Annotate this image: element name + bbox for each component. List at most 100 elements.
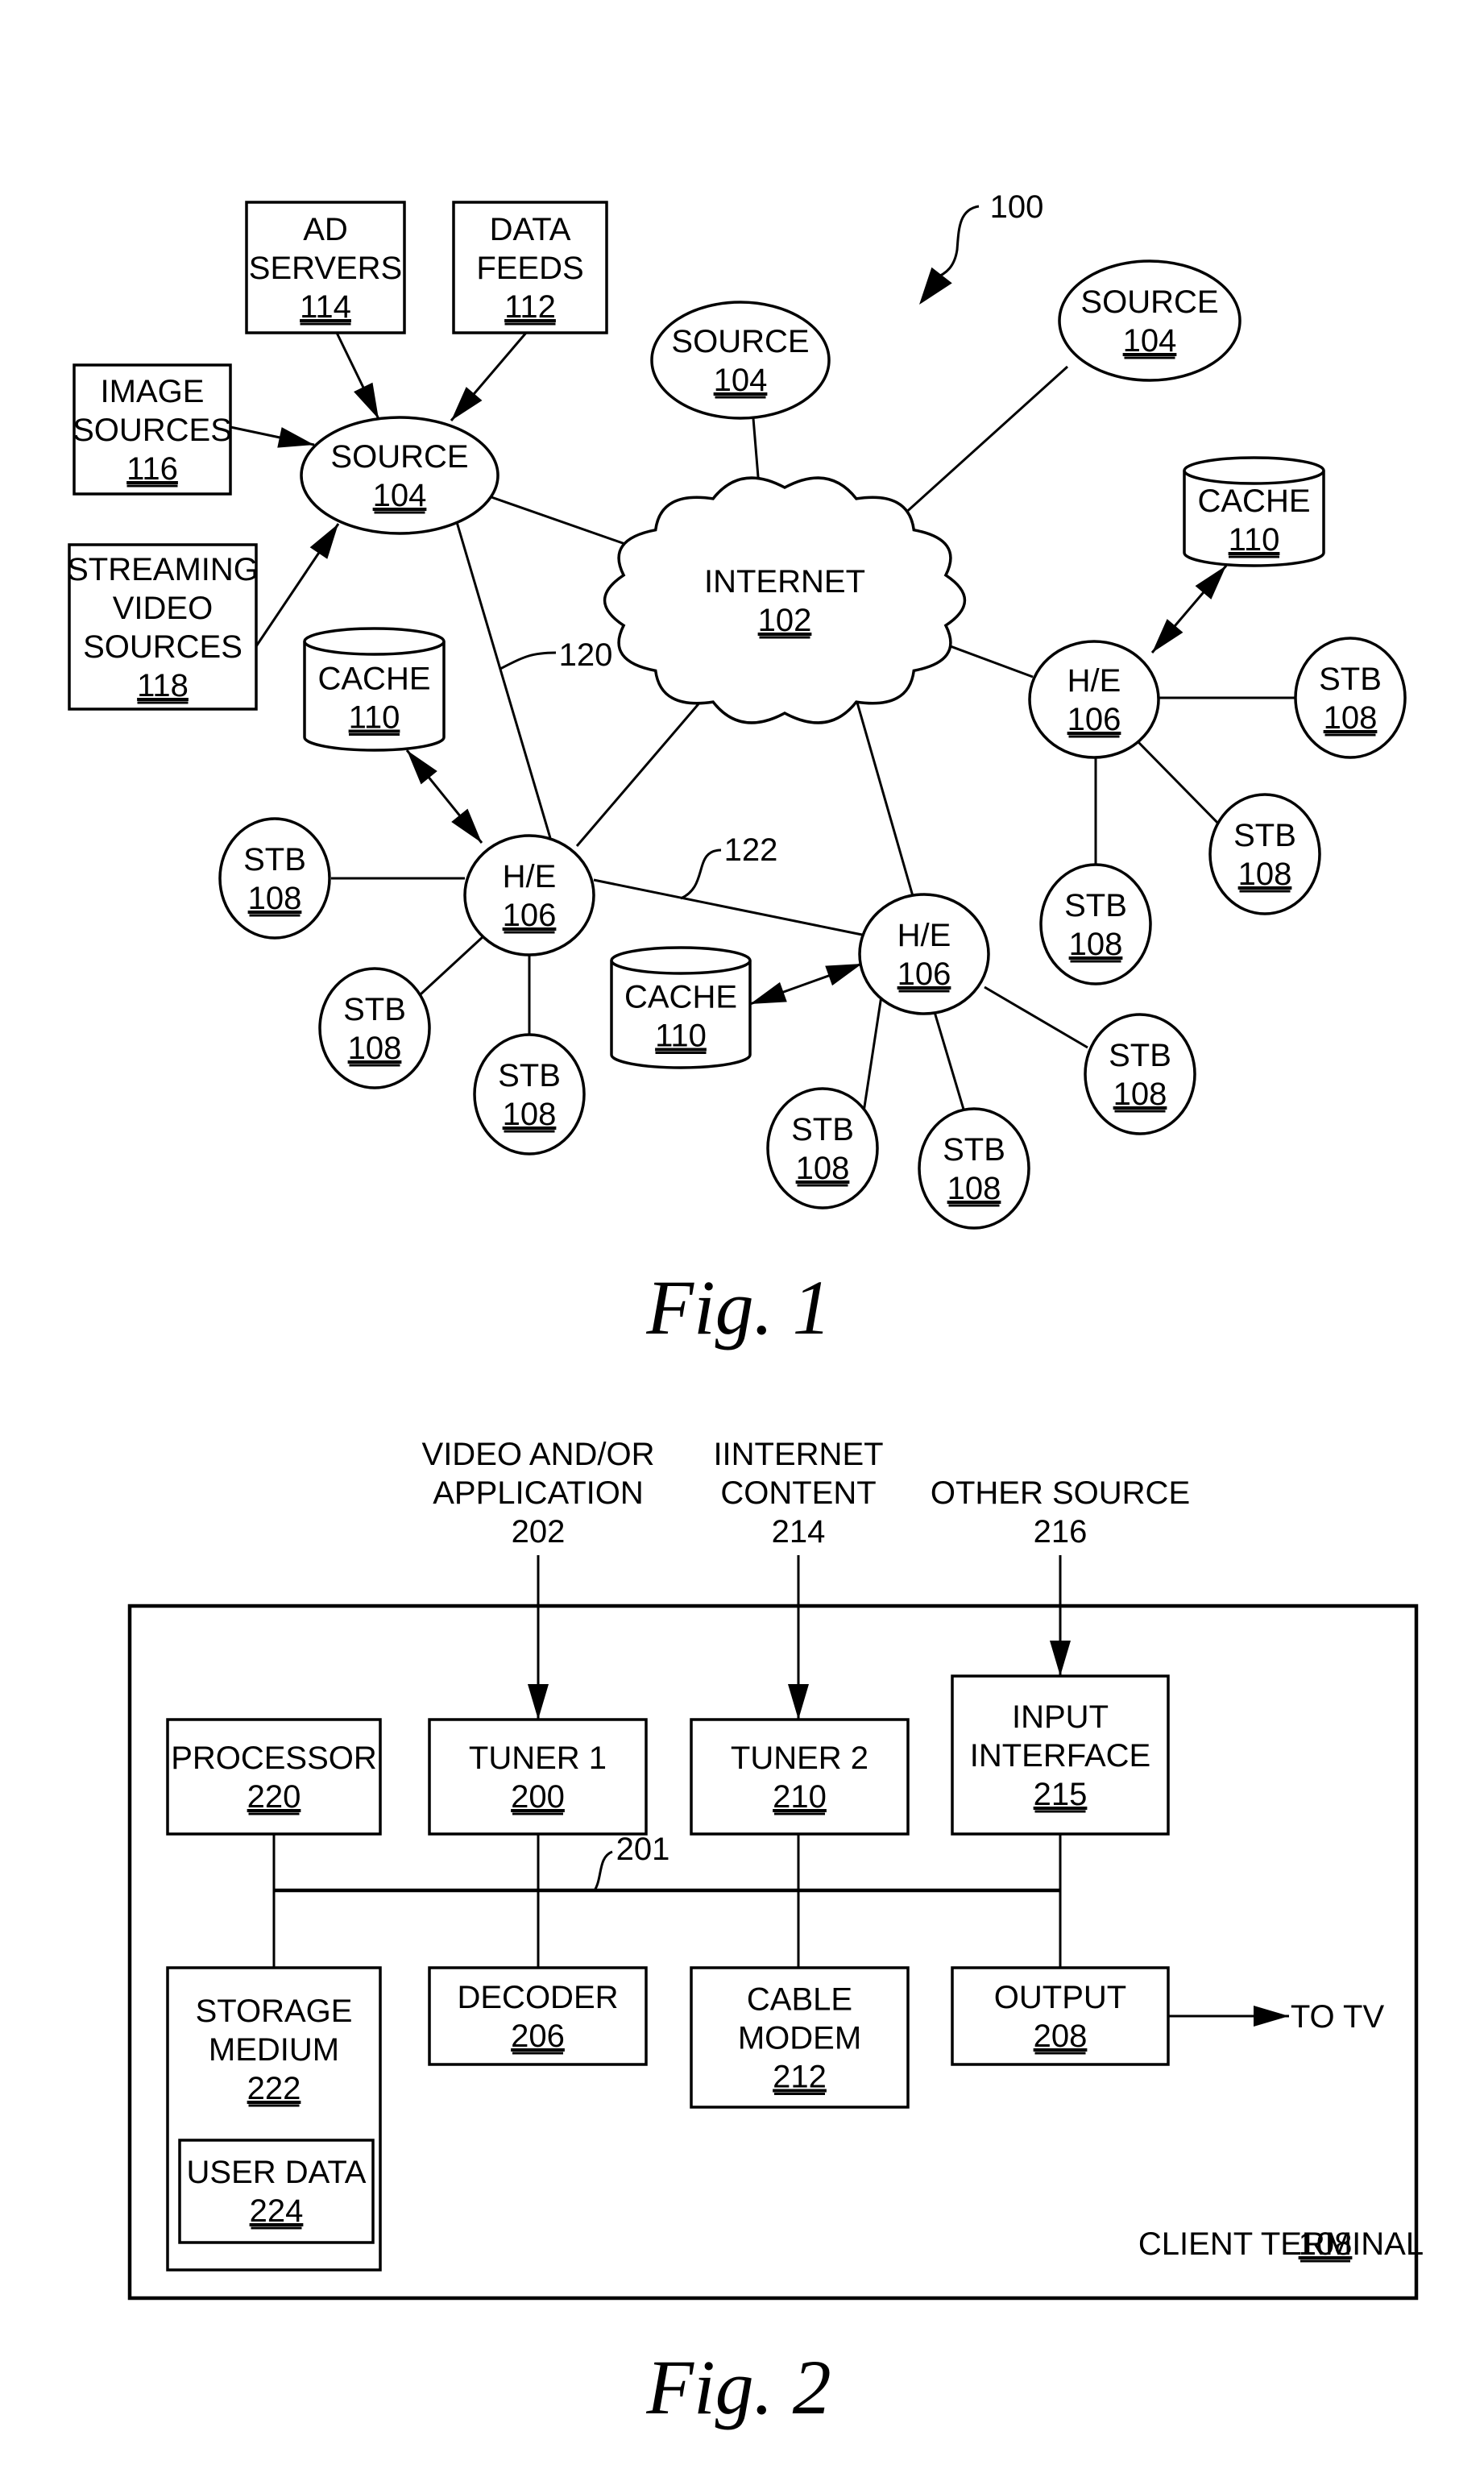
decoder-block: DECODER 206 (428, 1966, 648, 2066)
source-ellipse (1058, 259, 1242, 382)
label-text: CACHE (624, 980, 737, 1015)
label-text: STB (1319, 662, 1382, 697)
label-text: STB (943, 1132, 1005, 1168)
cloud-outline (603, 476, 967, 724)
stb-node: STB108 (473, 1033, 586, 1156)
arrow-into-tuner1 (528, 1555, 549, 1720)
label-text: PROCESSOR (171, 1741, 377, 1776)
stb-node: STB108 (1208, 793, 1321, 915)
reference-numeral: 224 (250, 2193, 304, 2229)
input-reference-numeral: 202 (512, 1514, 566, 1550)
cache-node: CACHE110 (303, 627, 446, 752)
source-node: SOURCE104 (650, 301, 831, 420)
internet-cloud: INTERNET102 (603, 476, 967, 724)
reference-numeral: 222 (247, 2071, 301, 2106)
reference-numeral: 114 (300, 289, 351, 325)
reference-numeral: 106 (1067, 702, 1121, 737)
ad-servers-box: AD SERVERS114 (245, 201, 406, 334)
stb-ellipse (218, 817, 331, 940)
link-headend-stb (933, 1011, 968, 1121)
block-outline (166, 1718, 382, 1836)
reference-numeral: 212 (773, 2060, 827, 2095)
system-reference-numeral: 100 (990, 189, 1044, 225)
input-interface-block: INPUTINTERFACE215 (951, 1674, 1170, 1836)
label-text: STB (1109, 1038, 1171, 1073)
reference-numeral: 206 (511, 2019, 565, 2054)
headend-node: H/E106 (858, 893, 990, 1015)
client-terminal-label: CLIENT TERMINAL108 (1138, 2226, 1424, 2263)
label-text: INPUT (1012, 1699, 1109, 1735)
stb-node: STB108 (1039, 863, 1152, 985)
label-text: SOURCE (1080, 284, 1218, 320)
reference-numeral: 116 (126, 451, 178, 487)
input-label-text: IINTERNET (713, 1437, 883, 1472)
stb-ellipse (1208, 793, 1321, 915)
input-reference-numeral: 214 (772, 1514, 826, 1550)
external-input: OTHER SOURCE216 (931, 1475, 1190, 1550)
source-ellipse (650, 301, 831, 420)
reference-numeral: 104 (714, 363, 768, 398)
reference-numeral: 110 (1229, 522, 1280, 558)
external-input: IINTERNETCONTENT214 (713, 1437, 883, 1550)
label-text: CACHE (1197, 483, 1310, 519)
arrowhead-icon (919, 267, 952, 305)
arrowhead-icon (825, 964, 862, 986)
arrowhead-icon (407, 750, 437, 785)
reference-numeral: 108 (947, 1171, 1001, 1206)
stb-ellipse (1084, 1013, 1196, 1135)
label-text: STREAMING (67, 552, 259, 587)
input-label-text: APPLICATION (433, 1475, 644, 1511)
cylinder-top (610, 946, 752, 975)
headend-node: H/E106 (1028, 640, 1160, 759)
label-text: INTERFACE (970, 1738, 1150, 1774)
arrow-cache-headend (1150, 565, 1228, 653)
stb-ellipse (1039, 863, 1152, 985)
label-text: OUTPUT (994, 1980, 1126, 2015)
arrowhead-icon (1152, 619, 1183, 653)
stb-ellipse (766, 1087, 879, 1209)
block-outline (428, 1718, 648, 1836)
reference-numeral: 104 (1123, 323, 1177, 359)
label-text: STB (343, 992, 406, 1027)
reference-numeral: 108 (1324, 700, 1378, 736)
arrowhead-icon (1195, 566, 1226, 600)
link-source-internet (491, 496, 637, 550)
input-label-text: OTHER SOURCE (931, 1475, 1190, 1511)
input-reference-numeral: 216 (1034, 1514, 1088, 1550)
label-text: DECODER (457, 1980, 618, 2015)
reference-numeral: 106 (503, 898, 557, 933)
stb-node: STB108 (218, 817, 331, 940)
link-122-headend-headend (593, 878, 863, 936)
label-text: STB (1064, 888, 1127, 923)
user-data-block: USER DATA224 (178, 2139, 375, 2244)
stb-node: STB108 (1294, 637, 1407, 759)
label-text: INTERNET (704, 564, 865, 600)
arrowhead-icon (788, 1684, 809, 1720)
label-text: SOURCES (83, 629, 242, 665)
arrow-output-to-tv (1168, 2006, 1289, 2027)
arrow-into-input-interface (1050, 1555, 1071, 1676)
reference-numeral: 108 (248, 881, 302, 916)
tuner2-block: TUNER 2210 (690, 1718, 910, 1836)
arrowhead-icon (451, 808, 482, 843)
label-text: USER DATA (187, 2155, 367, 2190)
headend-ellipse (463, 834, 595, 956)
arrow-adservers-to-source (335, 332, 380, 420)
reference-numeral: 108 (503, 1097, 557, 1132)
stb-ellipse (473, 1033, 586, 1156)
leader-201 (593, 1850, 613, 1891)
figure-2-caption: Fig. 2 (645, 2344, 831, 2430)
headend-ellipse (858, 893, 990, 1015)
block-outline (690, 1718, 910, 1836)
figure-1-caption: Fig. 1 (645, 1264, 831, 1351)
arrow-cache-headend (405, 749, 483, 844)
label-text: SOURCES (73, 413, 232, 448)
link-internet-headend (852, 691, 914, 897)
source-ellipse (300, 416, 500, 535)
stb-node: STB108 (766, 1087, 879, 1209)
cache-node: CACHE110 (1183, 456, 1325, 567)
label-text: H/E (503, 859, 557, 894)
arrow-imagesources-to-source (230, 425, 315, 448)
source-node: SOURCE104 (1058, 259, 1242, 382)
reference-numeral: 112 (504, 289, 556, 325)
